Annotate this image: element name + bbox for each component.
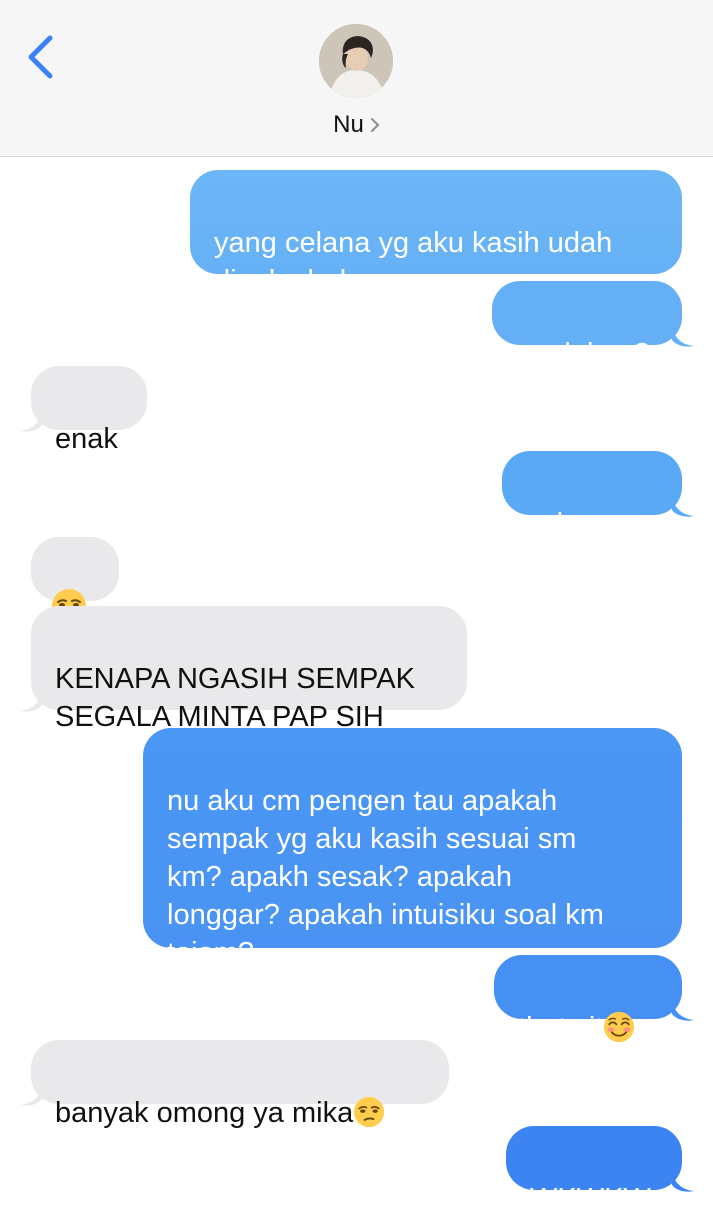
message-text: enak [55,423,118,455]
back-button[interactable] [20,30,60,84]
bubble-tail [672,1171,694,1192]
message-bubble-sent[interactable]: coba pap [502,451,682,540]
bubble-tail [672,496,694,517]
contact-avatar[interactable] [319,24,393,98]
bubble-tail [20,411,42,432]
message-text: nu aku cm pengen tau apakah sempak yg ak… [167,785,604,969]
message-bubble-received[interactable]: enak [31,366,147,455]
message-bubble-sent[interactable]: thats it [494,955,682,1044]
chevron-right-icon [370,117,380,133]
message-bubble-received[interactable]: banyak omong ya mika [31,1040,449,1129]
message-bubble-received[interactable]: KENAPA NGASIH SEMPAK SEGALA MINTA PAP SI… [31,606,467,733]
contact-info-button[interactable]: Nu [0,110,713,140]
conversation-header: Nu [0,0,713,157]
message-text: enak kan? [516,338,650,370]
message-bubble-sent[interactable]: yang celana yg aku kasih udah dipake bel… [190,170,682,297]
message-bubble-sent[interactable]: nu aku cm pengen tau apakah sempak yg ak… [143,728,682,969]
message-bubble-sent[interactable]: enak kan? [492,281,682,370]
message-text: WKWKW [530,1183,651,1215]
bubble-tail [20,1085,42,1106]
message-text: thats it [518,1012,604,1044]
message-bubble-sent[interactable]: WKWKW [506,1126,682,1215]
message-bubble-received[interactable] [31,537,119,623]
chevron-left-icon [28,35,53,79]
contact-name: Nu [333,111,364,138]
message-text: banyak omong ya mika [55,1097,354,1129]
bubble-tail [672,326,694,347]
message-text: coba pap [526,508,646,540]
bubble-tail [20,691,42,712]
avatar-photo [319,24,393,98]
message-text: KENAPA NGASIH SEMPAK SEGALA MINTA PAP SI… [55,663,415,733]
unamused-face-icon [354,1096,385,1128]
smiling-face-icon [604,1011,635,1043]
bubble-tail [672,1000,694,1021]
